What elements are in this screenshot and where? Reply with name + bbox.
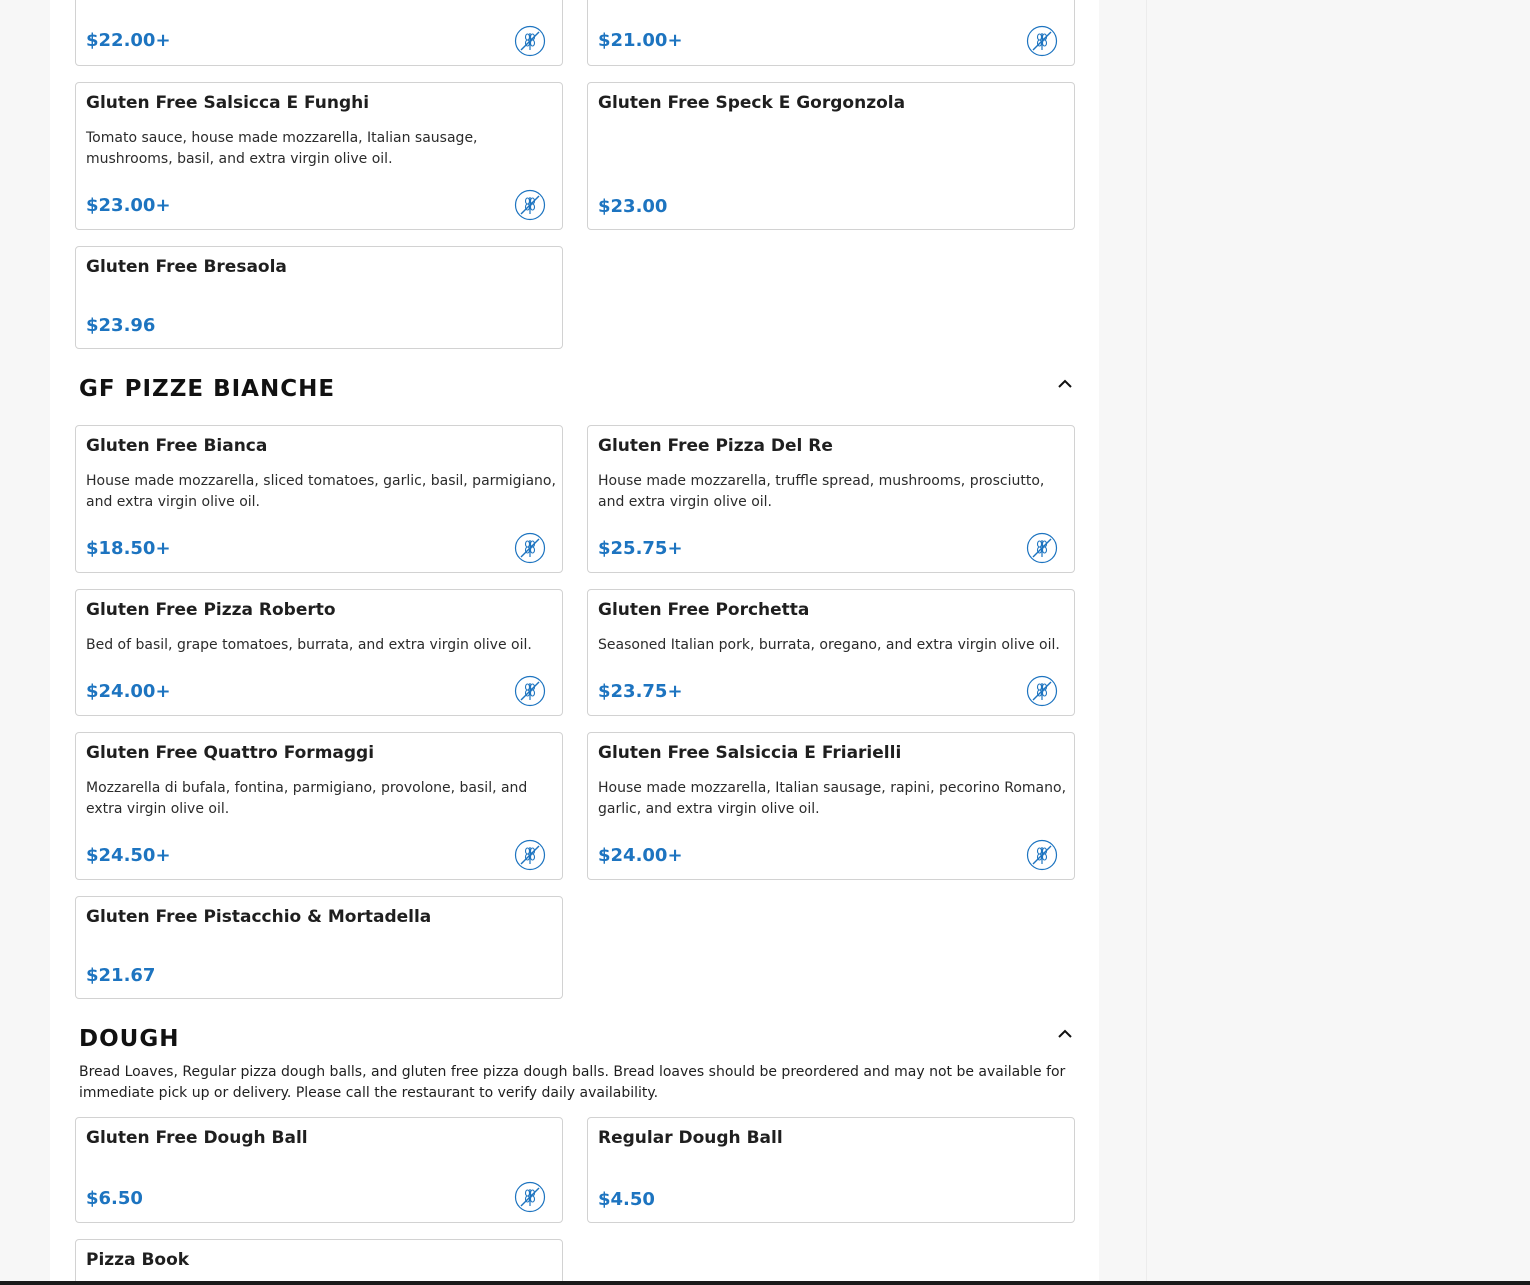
item-description: Mozzarella di bufala, fontina, parmigian…: [86, 780, 528, 817]
item-description: House made mozzarella, sliced tomatoes, …: [86, 473, 556, 510]
gluten-free-icon: [514, 1181, 546, 1213]
menu-item-card[interactable]: Gluten Free Pistacchio & Mortadella $21.…: [75, 896, 563, 999]
item-price: $21.67: [86, 965, 156, 986]
item-name: Gluten Free Pizza Del Re: [598, 436, 833, 456]
menu-item-card[interactable]: $21.00+: [587, 0, 1075, 66]
menu-item-card[interactable]: Gluten Free Dough Ball $6.50: [75, 1117, 563, 1223]
item-price: $22.00+: [86, 30, 171, 51]
item-price: $24.50+: [86, 845, 171, 866]
item-name: Gluten Free Pizza Roberto: [86, 600, 336, 620]
gluten-free-icon: [514, 532, 546, 564]
item-description: Seasoned Italian pork, burrata, oregano,…: [598, 637, 1060, 653]
item-price: $18.50+: [86, 538, 171, 559]
gluten-free-icon: [514, 25, 546, 57]
menu-item-card[interactable]: Gluten Free Porchetta Seasoned Italian p…: [587, 589, 1075, 716]
menu-item-card[interactable]: Gluten Free Speck E Gorgonzola $23.00: [587, 82, 1075, 230]
item-name: Gluten Free Quattro Formaggi: [86, 743, 375, 763]
item-price: $23.96: [86, 315, 156, 336]
menu-item-card[interactable]: Gluten Free Salsicca E Funghi Tomato sau…: [75, 82, 563, 230]
menu-item-card[interactable]: Gluten Free Bresaola $23.96: [75, 246, 563, 349]
side-panel: [1146, 0, 1530, 1285]
item-name: Gluten Free Bianca: [86, 436, 268, 456]
gluten-free-icon: [514, 839, 546, 871]
item-description: Tomato sauce, house made mozzarella, Ita…: [86, 130, 478, 167]
item-name: Gluten Free Bresaola: [86, 257, 287, 277]
menu-item-card[interactable]: Gluten Free Bianca House made mozzarella…: [75, 425, 563, 573]
gluten-free-icon: [1026, 675, 1058, 707]
item-price: $23.00+: [86, 195, 171, 216]
menu-item-card[interactable]: Gluten Free Salsiccia E Friarielli House…: [587, 732, 1075, 880]
menu-item-card[interactable]: Gluten Free Pizza Roberto Bed of basil, …: [75, 589, 563, 716]
item-name: Gluten Free Salsicca E Funghi: [86, 93, 370, 113]
gluten-free-icon: [1026, 532, 1058, 564]
chevron-up-icon[interactable]: [1056, 376, 1074, 390]
item-name: Pizza Book: [86, 1250, 190, 1270]
menu-item-card[interactable]: Regular Dough Ball $4.50: [587, 1117, 1075, 1223]
category-description: Bread Loaves, Regular pizza dough balls,…: [79, 1064, 1066, 1101]
gluten-free-icon: [514, 189, 546, 221]
gluten-free-icon: [514, 675, 546, 707]
item-name: Gluten Free Speck E Gorgonzola: [598, 93, 906, 113]
item-name: Gluten Free Porchetta: [598, 600, 810, 620]
bottom-edge-bar: [0, 1281, 1530, 1285]
item-price: $21.00+: [598, 30, 683, 51]
item-price: $6.50: [86, 1188, 143, 1209]
item-price: $4.50: [598, 1189, 655, 1210]
chevron-up-icon[interactable]: [1056, 1026, 1074, 1040]
gluten-free-icon: [1026, 839, 1058, 871]
item-price: $23.00: [598, 196, 668, 217]
item-description: House made mozzarella, Italian sausage, …: [598, 780, 1067, 817]
category-title: GF PIZZE BIANCHE: [79, 376, 336, 402]
menu-item-card[interactable]: Gluten Free Quattro Formaggi Mozzarella …: [75, 732, 563, 880]
item-name: Regular Dough Ball: [598, 1128, 783, 1148]
menu-item-card[interactable]: Pizza Book: [75, 1239, 563, 1285]
item-description: Bed of basil, grape tomatoes, burrata, a…: [86, 637, 532, 653]
item-price: $24.00+: [598, 845, 683, 866]
item-price: $23.75+: [598, 681, 683, 702]
item-price: $24.00+: [86, 681, 171, 702]
item-name: Gluten Free Dough Ball: [86, 1128, 308, 1148]
item-name: Gluten Free Salsiccia E Friarielli: [598, 743, 902, 763]
item-name: Gluten Free Pistacchio & Mortadella: [86, 907, 432, 927]
category-title: DOUGH: [79, 1026, 180, 1052]
item-price: $25.75+: [598, 538, 683, 559]
menu-item-card[interactable]: Gluten Free Pizza Del Re House made mozz…: [587, 425, 1075, 573]
menu-item-card[interactable]: $22.00+: [75, 0, 563, 66]
item-description: House made mozzarella, truffle spread, m…: [598, 473, 1045, 510]
gluten-free-icon: [1026, 25, 1058, 57]
